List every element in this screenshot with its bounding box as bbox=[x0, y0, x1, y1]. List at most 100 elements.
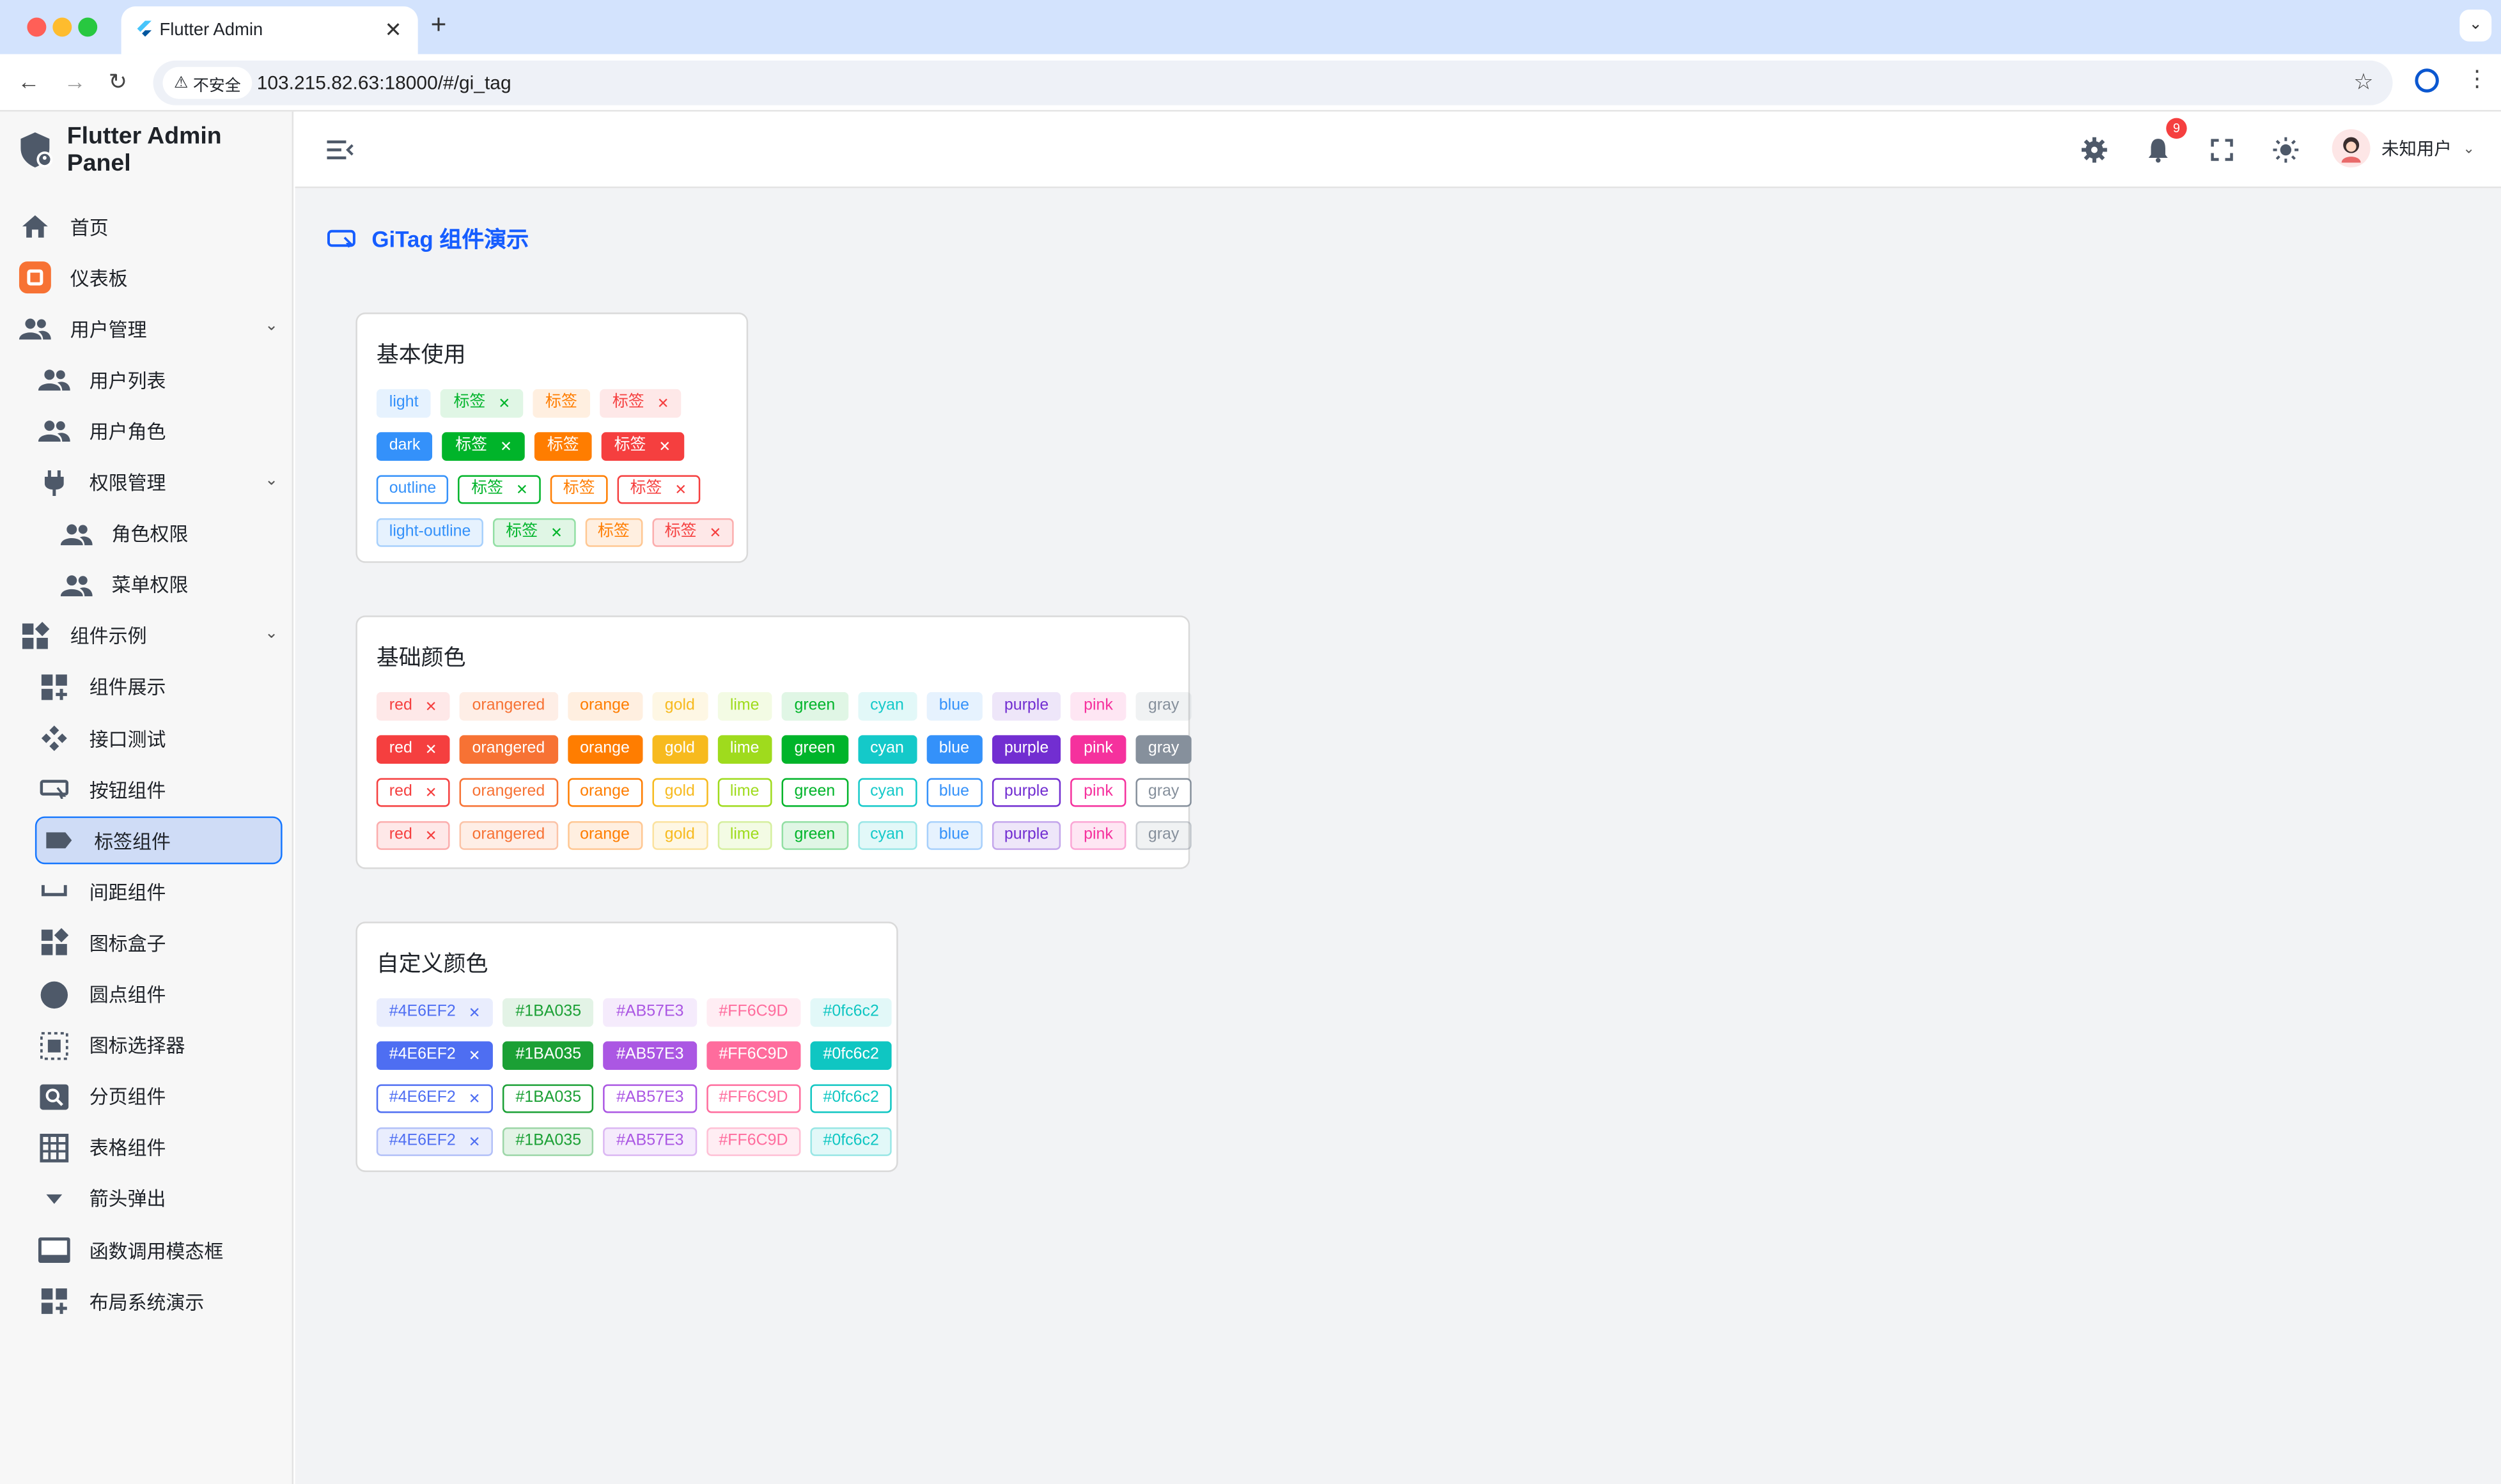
tag[interactable]: blue bbox=[926, 778, 982, 807]
tag[interactable]: 标签 ✕ bbox=[651, 518, 735, 547]
tag-close-icon[interactable]: ✕ bbox=[550, 520, 563, 545]
sidebar-item-15[interactable]: 圆点组件 bbox=[38, 972, 293, 1017]
tag-close-icon[interactable]: ✕ bbox=[516, 477, 528, 502]
tab-search-button[interactable]: ⌄ bbox=[2459, 9, 2492, 42]
tag[interactable]: #0fc6c2 bbox=[810, 998, 892, 1027]
tag[interactable]: #1BA035 bbox=[503, 1127, 595, 1156]
browser-tab[interactable]: Flutter Admin ✕ bbox=[121, 6, 418, 54]
tag[interactable]: 标签 ✕ bbox=[458, 475, 541, 504]
tag[interactable]: #AB57E3 bbox=[604, 1127, 697, 1156]
tag[interactable]: #FF6C9D bbox=[706, 1127, 801, 1156]
tag[interactable]: #4E6EF2 ✕ bbox=[376, 1127, 494, 1156]
sidebar-item-7[interactable]: 菜单权限 bbox=[60, 562, 293, 607]
tag[interactable]: gray bbox=[1135, 821, 1192, 850]
tag[interactable]: 标签 ✕ bbox=[493, 518, 575, 547]
tag[interactable]: green bbox=[781, 821, 848, 850]
tag-close-icon[interactable]: ✕ bbox=[710, 520, 722, 545]
sidebar-item-8[interactable]: 组件示例 ⌄ bbox=[19, 614, 293, 658]
tag[interactable]: red ✕ bbox=[376, 692, 450, 721]
tag[interactable]: blue bbox=[926, 692, 982, 721]
tag[interactable]: 标签 ✕ bbox=[601, 432, 684, 461]
tag[interactable]: #FF6C9D bbox=[706, 998, 801, 1027]
tag[interactable]: cyan bbox=[857, 778, 917, 807]
tag[interactable]: red ✕ bbox=[376, 735, 450, 764]
tag[interactable]: light bbox=[376, 389, 432, 418]
forward-icon[interactable]: → bbox=[64, 68, 86, 94]
security-indicator[interactable]: ⚠ 不安全 bbox=[162, 66, 253, 99]
tag[interactable]: #AB57E3 bbox=[604, 998, 697, 1027]
tag[interactable]: gold bbox=[651, 735, 708, 764]
tag[interactable]: #FF6C9D bbox=[706, 1041, 801, 1070]
sidebar-item-20[interactable]: 函数调用模态框 bbox=[38, 1228, 293, 1272]
tag[interactable]: orange bbox=[567, 735, 643, 764]
tag[interactable]: red ✕ bbox=[376, 821, 450, 850]
tag[interactable]: orange bbox=[567, 692, 643, 721]
tag-close-icon[interactable]: ✕ bbox=[658, 434, 671, 460]
chevron-down-icon[interactable]: ⌄ bbox=[265, 318, 278, 335]
theme-toggle-icon[interactable] bbox=[2270, 134, 2302, 166]
tag[interactable]: green bbox=[781, 778, 848, 807]
sidebar-item-6[interactable]: 角色权限 bbox=[60, 511, 293, 556]
tag[interactable]: #FF6C9D bbox=[706, 1084, 801, 1113]
tag-close-icon[interactable]: ✕ bbox=[469, 1129, 481, 1154]
tag[interactable]: lime bbox=[717, 692, 772, 721]
chevron-down-icon[interactable]: ⌄ bbox=[265, 625, 278, 642]
tag[interactable]: pink bbox=[1071, 735, 1126, 764]
tag[interactable]: orangered bbox=[459, 735, 558, 764]
tag[interactable]: green bbox=[781, 735, 848, 764]
sidebar-item-3[interactable]: 用户列表 bbox=[38, 358, 293, 403]
tag[interactable]: outline bbox=[376, 475, 449, 504]
tag[interactable]: #0fc6c2 bbox=[810, 1084, 892, 1113]
sidebar-item-18[interactable]: 表格组件 bbox=[38, 1125, 293, 1170]
tag-close-icon[interactable]: ✕ bbox=[469, 1000, 481, 1025]
reload-icon[interactable]: ↻ bbox=[109, 68, 127, 95]
tag[interactable]: gray bbox=[1135, 778, 1192, 807]
tag-close-icon[interactable]: ✕ bbox=[425, 737, 437, 762]
tag[interactable]: purple bbox=[991, 821, 1062, 850]
tag[interactable]: #4E6EF2 ✕ bbox=[376, 1084, 494, 1113]
close-tab-icon[interactable]: ✕ bbox=[385, 17, 402, 43]
tag[interactable]: dark bbox=[376, 432, 433, 461]
fullscreen-icon[interactable] bbox=[2206, 134, 2238, 166]
tag[interactable]: orange bbox=[567, 778, 643, 807]
tag[interactable]: gold bbox=[651, 778, 708, 807]
sidebar-item-4[interactable]: 用户角色 bbox=[38, 409, 293, 454]
bookmark-star-icon[interactable]: ☆ bbox=[2353, 68, 2373, 95]
url-text[interactable]: 103.215.82.63:18000/#/gi_tag bbox=[257, 72, 511, 94]
tag[interactable]: cyan bbox=[857, 821, 917, 850]
tag[interactable]: orangered bbox=[459, 821, 558, 850]
tag[interactable]: #AB57E3 bbox=[604, 1041, 697, 1070]
tag[interactable]: pink bbox=[1071, 821, 1126, 850]
sidebar-item-11[interactable]: 按钮组件 bbox=[38, 767, 293, 812]
tag[interactable]: 标签 ✕ bbox=[617, 475, 700, 504]
tag[interactable]: 标签 bbox=[534, 432, 592, 461]
sidebar-item-19[interactable]: 箭头弹出 bbox=[38, 1177, 293, 1221]
user-menu[interactable]: 未知用户 ⌄ bbox=[2332, 129, 2475, 167]
tag[interactable]: 标签 bbox=[584, 518, 643, 547]
tag[interactable]: lime bbox=[717, 821, 772, 850]
tag[interactable]: 标签 ✕ bbox=[440, 389, 524, 418]
settings-icon[interactable] bbox=[2078, 134, 2110, 166]
sidebar-item-21[interactable]: 布局系统演示 bbox=[38, 1279, 293, 1324]
tag[interactable]: #4E6EF2 ✕ bbox=[376, 1041, 494, 1070]
tag-close-icon[interactable]: ✕ bbox=[425, 693, 437, 719]
tag[interactable]: 标签 bbox=[533, 389, 590, 418]
tag-close-icon[interactable]: ✕ bbox=[469, 1086, 481, 1111]
tag[interactable]: lime bbox=[717, 778, 772, 807]
tag[interactable]: gold bbox=[651, 692, 708, 721]
tag[interactable]: #0fc6c2 bbox=[810, 1127, 892, 1156]
tag[interactable]: #AB57E3 bbox=[604, 1084, 697, 1113]
tag[interactable]: purple bbox=[991, 735, 1062, 764]
sidebar-item-9[interactable]: 组件展示 bbox=[38, 665, 293, 709]
sidebar-item-13[interactable]: 间距组件 bbox=[38, 870, 293, 915]
minimize-window-button[interactable] bbox=[52, 17, 72, 37]
tag[interactable]: 标签 ✕ bbox=[599, 389, 682, 418]
sidebar-item-0[interactable]: 首页 bbox=[19, 204, 293, 249]
tag[interactable]: #4E6EF2 ✕ bbox=[376, 998, 494, 1027]
browser-menu-icon[interactable]: ⋮ bbox=[2466, 65, 2488, 92]
sidebar-item-14[interactable]: 图标盒子 bbox=[38, 921, 293, 966]
address-bar[interactable]: ⚠ 不安全 103.215.82.63:18000/#/gi_tag ☆ bbox=[153, 60, 2393, 105]
tag[interactable]: 标签 bbox=[550, 475, 608, 504]
chevron-down-icon[interactable]: ⌄ bbox=[265, 471, 278, 488]
sidebar-item-12[interactable]: 标签组件 bbox=[35, 816, 283, 865]
